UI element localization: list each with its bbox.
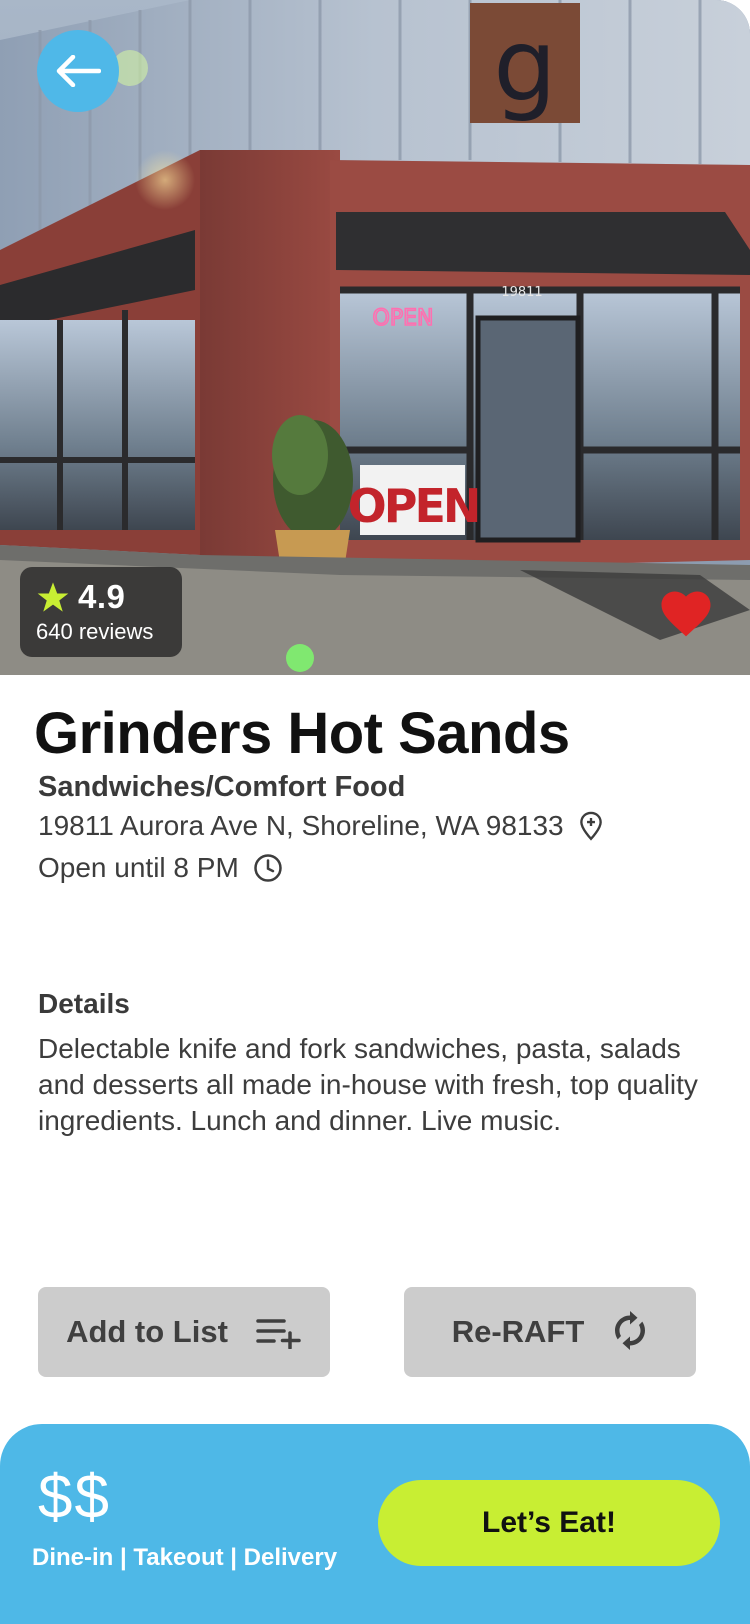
add-to-list-label: Add to List: [66, 1314, 228, 1349]
address-text: 19811 Aurora Ave N, Shoreline, WA 98133: [38, 810, 564, 841]
hero-image: g 19811 OPEN OPEN 4.9 640 reviews: [0, 0, 750, 675]
refresh-icon: [615, 1311, 646, 1350]
details-description: Delectable knife and fork sandwiches, pa…: [38, 1033, 698, 1136]
reraft-button[interactable]: Re-RAFT: [404, 1287, 696, 1377]
favorite-button[interactable]: [658, 586, 714, 640]
heart-icon: [661, 591, 711, 637]
logo-letter: g: [493, 7, 556, 124]
reraft-label: Re-RAFT: [451, 1314, 585, 1349]
restaurant-name: Grinders Hot Sands: [34, 701, 570, 766]
window-open-sign: OPEN: [348, 479, 479, 533]
service-options: Dine-in | Takeout | Delivery: [32, 1544, 338, 1571]
address-row[interactable]: 19811 Aurora Ave N, Shoreline, WA 98133: [38, 810, 604, 842]
bottom-bar: $$ Dine-in | Takeout | Delivery Let’s Ea…: [0, 1424, 750, 1624]
price-level: $$: [38, 1463, 111, 1532]
star-icon: [37, 582, 69, 612]
arrow-left-icon: [56, 55, 101, 87]
lets-eat-button[interactable]: Let’s Eat!: [378, 1480, 720, 1566]
street-number: 19811: [501, 285, 542, 300]
neon-open-sign: OPEN: [373, 306, 434, 331]
add-to-list-button[interactable]: Add to List: [38, 1287, 330, 1377]
hours-row: Open until 8 PM: [38, 852, 283, 884]
rating-value: 4.9: [78, 578, 126, 615]
rating-badge: 4.9 640 reviews: [20, 567, 182, 657]
map-pin-icon: [579, 811, 602, 841]
restaurant-category: Sandwiches/Comfort Food: [38, 771, 406, 803]
review-count: 640 reviews: [36, 619, 154, 644]
hours-text: Open until 8 PM: [38, 852, 239, 883]
playlist-add-icon: [256, 1319, 301, 1349]
clock-icon: [254, 854, 282, 882]
back-button[interactable]: [37, 30, 119, 112]
details-heading: Details: [38, 988, 130, 1019]
